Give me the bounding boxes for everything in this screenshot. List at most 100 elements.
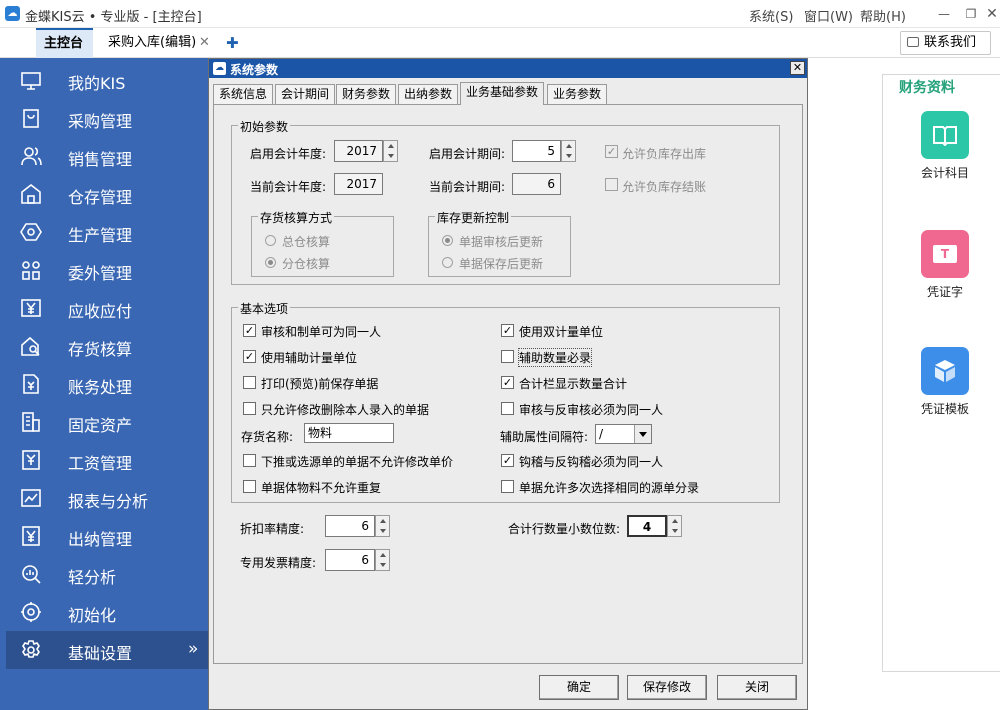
sidebar-item-label: 账务处理: [68, 378, 133, 397]
finance-item-label: 会计科目: [920, 166, 969, 180]
sidebar-item-outsourcing[interactable]: 委外管理: [6, 251, 208, 289]
sidebar-item-basic-settings[interactable]: 基础设置 »: [6, 631, 208, 669]
allow-negative-close-label: 允许负库存结账: [622, 180, 707, 194]
bag-icon: [23, 109, 39, 128]
system-params-dialog: ☁ 系统参数 ✕ 系统信息 会计期间 财务参数 出纳参数 业务基础参数 业务参数…: [208, 58, 808, 710]
dialog-close-button[interactable]: ✕: [790, 61, 805, 75]
aux-separator-label: 辅助属性间隔符:: [500, 430, 589, 444]
sidebar-item-label: 固定资产: [68, 416, 133, 435]
total-qty-decimals-input[interactable]: 4: [627, 515, 667, 537]
sub-warehouse-radio[interactable]: [265, 257, 276, 268]
multi-select-source-checkbox[interactable]: [501, 480, 514, 493]
start-year-input[interactable]: 2017: [334, 140, 383, 162]
tab-system-info[interactable]: 系统信息: [213, 84, 274, 104]
update-after-save-radio[interactable]: [442, 257, 453, 268]
tab-accounting-period[interactable]: 会计期间: [275, 84, 336, 104]
aux-unit-checkbox[interactable]: ✓: [243, 350, 256, 363]
restore-icon[interactable]: ❐: [961, 4, 981, 24]
no-modify-price-label: 下推或选源单的单据不允许修改单价: [261, 455, 454, 469]
sidebar-item-light-analysis[interactable]: 轻分析: [6, 555, 208, 593]
link-unlink-same-checkbox[interactable]: ✓: [501, 454, 514, 467]
dialog-title-bar[interactable]: ☁ 系统参数 ✕: [209, 59, 807, 78]
sidebar-item-receivables[interactable]: 应收应付: [6, 289, 208, 327]
dialog-title: 系统参数: [230, 63, 279, 77]
aux-qty-required-checkbox[interactable]: [501, 350, 514, 363]
add-tab-icon[interactable]: ✚: [226, 34, 239, 52]
sidebar-item-production[interactable]: 生产管理: [6, 213, 208, 251]
allow-negative-close-checkbox[interactable]: [605, 178, 618, 191]
tab-business-basic-params[interactable]: 业务基础参数: [460, 82, 545, 105]
start-period-spinner[interactable]: [561, 140, 576, 162]
sidebar-item-inventory[interactable]: 仓存管理: [6, 175, 208, 213]
grid-people-icon: [22, 261, 40, 280]
tab-finance-params[interactable]: 财务参数: [336, 84, 397, 104]
allow-negative-out-checkbox[interactable]: ✓: [605, 145, 618, 158]
house-search-icon: [21, 336, 40, 356]
tab-bar: 主控台 采购入库(编辑) ✕ ✚: [0, 28, 1000, 58]
sidebar-item-label: 委外管理: [68, 264, 133, 283]
discount-precision-label: 折扣率精度:: [240, 522, 305, 536]
ok-button[interactable]: 确定: [539, 675, 619, 700]
own-docs-only-checkbox[interactable]: [243, 402, 256, 415]
title-bar: ☁ 金蝶KIS云 • 专业版 - [主控台] 系统(S) 窗口(W) 帮助(H)…: [0, 0, 1000, 28]
sidebar-item-my-kis[interactable]: 我的KIS: [6, 61, 208, 99]
finance-item-voucher-template[interactable]: 凭证模板: [913, 347, 977, 417]
menu-system[interactable]: 系统(S): [749, 6, 793, 25]
sidebar-item-salary[interactable]: 工资管理: [6, 441, 208, 479]
tab-close-icon[interactable]: ✕: [199, 35, 210, 50]
voucher-icon: T: [921, 230, 969, 278]
discount-precision-input[interactable]: 6: [325, 515, 375, 537]
save-before-print-checkbox[interactable]: [243, 376, 256, 389]
sidebar-item-cashier[interactable]: 出纳管理: [6, 517, 208, 555]
dual-unit-checkbox[interactable]: ✓: [501, 324, 514, 337]
sidebar-item-fixed-assets[interactable]: 固定资产: [6, 403, 208, 441]
no-modify-price-checkbox[interactable]: [243, 454, 256, 467]
yen-icon: [21, 299, 41, 317]
tab-business-params[interactable]: 业务参数: [547, 84, 608, 104]
tab-cashier-params[interactable]: 出纳参数: [398, 84, 459, 104]
no-duplicate-material-checkbox[interactable]: [243, 480, 256, 493]
current-year-label: 当前会计年度:: [250, 180, 327, 194]
invoice-precision-spinner[interactable]: [375, 549, 390, 571]
start-period-input[interactable]: 5: [512, 140, 561, 162]
save-changes-button[interactable]: 保存修改: [627, 675, 707, 700]
audit-creator-same-label: 审核和制单可为同一人: [261, 325, 382, 339]
audit-unaudit-same-checkbox[interactable]: [501, 402, 514, 415]
start-year-spinner[interactable]: [383, 140, 398, 162]
total-qty-decimals-spinner[interactable]: [667, 515, 682, 537]
inventory-name-input[interactable]: 物料: [304, 423, 394, 443]
finance-item-accounts[interactable]: 会计科目: [913, 111, 977, 181]
contact-us-button[interactable]: 联系我们: [900, 31, 991, 55]
cube-icon: [921, 347, 969, 395]
sidebar-item-stock-costing[interactable]: 存货核算: [6, 327, 208, 365]
group-title: 库存更新控制: [435, 209, 512, 226]
close-button[interactable]: 关闭: [717, 675, 797, 700]
sidebar-item-initialization[interactable]: 初始化: [6, 593, 208, 631]
sidebar-item-accounting[interactable]: 账务处理: [6, 365, 208, 403]
sub-warehouse-label: 分仓核算: [282, 257, 331, 271]
show-qty-total-checkbox[interactable]: ✓: [501, 376, 514, 389]
own-docs-only-label: 只允许修改删除本人录入的单据: [261, 403, 430, 417]
dropdown-arrow-icon[interactable]: [634, 425, 651, 443]
sidebar-item-purchase[interactable]: 采购管理: [6, 99, 208, 137]
total-warehouse-radio[interactable]: [265, 235, 276, 246]
update-after-save-label: 单据保存后更新: [459, 257, 544, 271]
finance-item-voucher-type[interactable]: T 凭证字: [913, 230, 977, 300]
close-window-icon[interactable]: ✕: [982, 4, 1000, 24]
expand-arrow-icon[interactable]: »: [188, 639, 198, 659]
update-after-audit-radio[interactable]: [442, 235, 453, 246]
finance-title: 财务资料: [899, 80, 955, 96]
menu-window[interactable]: 窗口(W): [804, 6, 853, 25]
app-logo-icon: ☁: [5, 6, 20, 21]
invoice-precision-label: 专用发票精度:: [240, 556, 317, 570]
audit-creator-same-checkbox[interactable]: ✓: [243, 324, 256, 337]
sidebar-item-sales[interactable]: 销售管理: [6, 137, 208, 175]
invoice-precision-input[interactable]: 6: [325, 549, 375, 571]
minimize-icon[interactable]: —: [934, 4, 954, 24]
discount-precision-spinner[interactable]: [375, 515, 390, 537]
sidebar-item-reports[interactable]: 报表与分析: [6, 479, 208, 517]
tab-main-console[interactable]: 主控台: [36, 28, 93, 58]
group-title: 基本选项: [238, 300, 291, 317]
aux-separator-select[interactable]: /: [595, 424, 652, 444]
menu-help[interactable]: 帮助(H): [860, 6, 906, 25]
